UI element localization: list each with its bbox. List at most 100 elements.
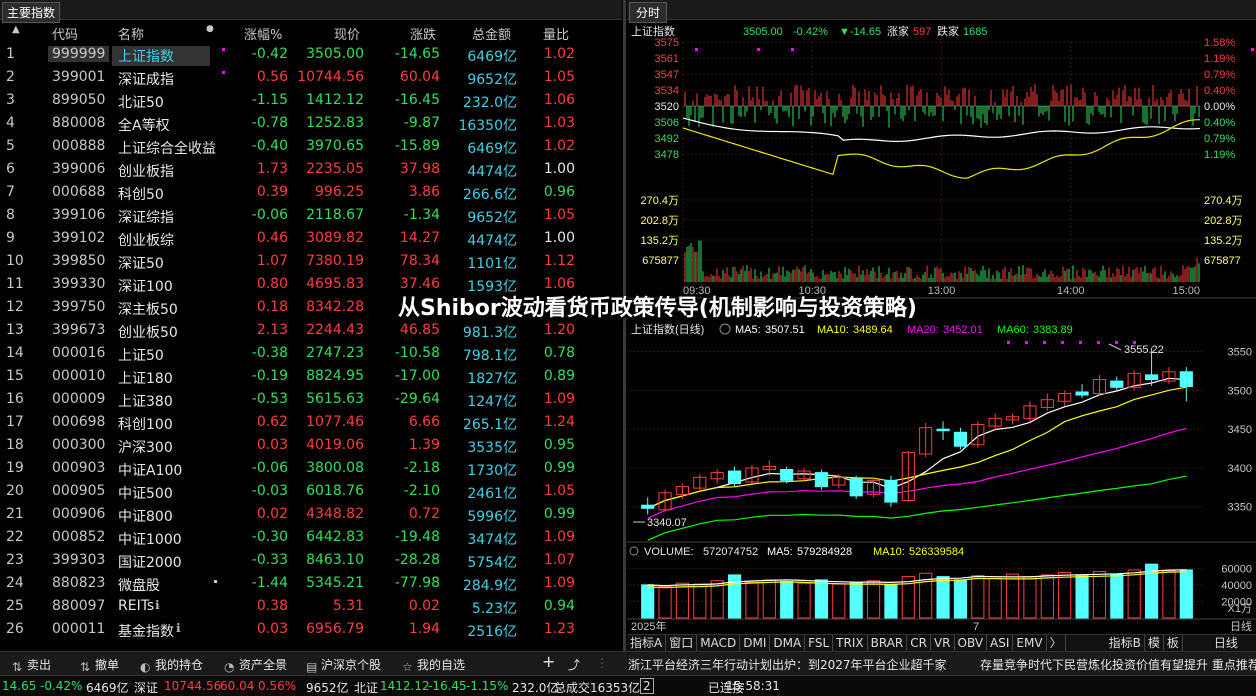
vol-ma5-label: MA5: [767, 546, 793, 558]
asset-overview-button[interactable]: ◔ 资产全景 [224, 656, 287, 674]
table-row[interactable]: 23 399303 国证2000 -0.33 8463.10 -28.28 5754亿 1.0… [0, 549, 622, 572]
col-code[interactable]: 代码 [52, 24, 78, 43]
row-index: 9 [6, 230, 15, 246]
indicator-tab[interactable]: EMV [1013, 635, 1047, 651]
my-watchlist-label: 我的自选 [417, 658, 466, 672]
volume-ratio: 1.24 [543, 414, 575, 430]
volume-bar [1179, 569, 1193, 619]
table-row[interactable]: 1 999999 上证指数 -0.42 3505.00 -14.65 6469亿 1.02 [0, 43, 622, 66]
table-row[interactable]: 9 399102 创业板综 0.46 3089.82 14.27 4474亿 1.00 [0, 227, 622, 250]
indicator-tab[interactable]: 板 [1164, 635, 1183, 651]
my-holdings-button[interactable]: ◐ 我的持仓 [140, 656, 204, 674]
indicator-tab[interactable]: BRAR [868, 635, 908, 651]
col-dot-icon: ● [206, 24, 214, 34]
row-index: 7 [6, 184, 15, 200]
col-ratio[interactable]: 量比 [543, 24, 569, 43]
my-holdings-label: 我的持仓 [155, 658, 204, 672]
table-row[interactable]: 15 000010 上证180 -0.19 8824.95 -17.00 1827亿 0.89 [0, 365, 622, 388]
expand-icon[interactable]: ⤴ [568, 656, 580, 673]
indicator-tab[interactable]: 窗口 [666, 635, 698, 651]
news-ticker-1[interactable]: 浙江平台经济三年行动计划出炉：到2027年平台企业超千家 [628, 656, 948, 673]
indicator-tab[interactable]: DMA [770, 635, 806, 651]
change-amount: 3.86 [408, 184, 440, 200]
sell-label: 卖出 [27, 658, 52, 672]
volume-ratio: 1.05 [543, 207, 575, 223]
indicator-tab[interactable]: TRIX [833, 635, 868, 651]
table-row[interactable]: 6 399006 创业板指 1.73 2235.05 37.98 4474亿 1.00 [0, 158, 622, 181]
table-row[interactable]: 8 399106 深证综指 -0.06 2118.67 -1.34 9652亿 1.05 [0, 204, 622, 227]
a-share-stocks-button[interactable]: ▤ 沪深京个股 [306, 656, 381, 674]
table-row[interactable]: 10 399850 深证50 1.07 7380.19 78.34 1101亿 1.12 [0, 250, 622, 273]
change-amount: 1.94 [408, 621, 440, 637]
panel-splitter[interactable] [623, 0, 626, 651]
indicator-tab[interactable]: 日线 [1211, 635, 1241, 651]
table-row[interactable]: 5 000888 上证综合全收益 -0.40 3970.65 -15.89 6469亿 1.0… [0, 135, 622, 158]
table-row[interactable]: 24 880823 微盘股 -1.44 5345.21 -77.98 284.9亿 1.09 [0, 572, 622, 595]
ticker-item: 1412.12 [380, 679, 430, 693]
volume-tick: 135.2万 [640, 235, 679, 247]
kline-price-tick: 3550 [1228, 347, 1252, 359]
total-amount: 5754亿 [467, 555, 517, 571]
table-row[interactable]: 20 000905 中证500 -0.03 6018.76 -2.10 2461亿 1.05 [0, 480, 622, 503]
info-icon[interactable]: ℹ [176, 621, 181, 635]
table-row[interactable]: 4 880008 全A等权 -0.78 1252.83 -9.87 16350亿 1.03 [0, 112, 622, 135]
kline-price-tick: 3350 [1228, 502, 1252, 514]
table-row[interactable]: 7 000688 科创50 0.39 996.25 3.86 266.6亿 0.96 [0, 181, 622, 204]
sell-button[interactable]: ⇅ 卖出 [12, 656, 52, 674]
col-change[interactable]: 涨跌 [410, 24, 436, 43]
volume-bar [1110, 573, 1124, 619]
table-row[interactable]: 16 000009 上证380 -0.53 5615.63 -29.64 1247亿 1.09 [0, 388, 622, 411]
table-row[interactable]: 2 399001 深证成指 0.56 10744.56 60.04 9652亿 1.05 [0, 66, 622, 89]
indicator-tab[interactable]: ASI [987, 635, 1014, 651]
my-watchlist-button[interactable]: ☆ 我的自选 [402, 656, 466, 674]
ticker-item: 60.04 [220, 679, 255, 693]
sort-icon[interactable]: ▲ [12, 24, 20, 35]
indicator-tab[interactable]: CR [907, 635, 931, 651]
indicator-tab[interactable]: 指标B [1106, 635, 1145, 651]
pct-tick: 0.40% [1204, 85, 1235, 97]
col-amount[interactable]: 总金额 [472, 24, 511, 43]
price-tick: 3506 [655, 117, 679, 129]
indicator-tab[interactable]: OBV [955, 635, 988, 651]
volume-tick: 270.4万 [1204, 195, 1243, 207]
indicator-tab[interactable]: FSL [805, 635, 834, 651]
total-amount: 4474亿 [467, 233, 517, 249]
indicator-tab[interactable]: 指标A [627, 635, 667, 651]
table-row[interactable]: 18 000300 沪深300 0.03 4019.06 1.39 3535亿 0.95 [0, 434, 622, 457]
kline-price-tick: 3500 [1228, 385, 1252, 397]
col-price[interactable]: 现价 [334, 24, 360, 43]
candle-body [1075, 391, 1089, 396]
volume-bar [675, 582, 690, 619]
table-row[interactable]: 17 000698 科创100 0.62 1077.46 6.66 265.1亿 1.24 [0, 411, 622, 434]
table-row[interactable]: 19 000903 中证A100 -0.06 3800.08 -2.18 1730亿 0.99 [0, 457, 622, 480]
indicator-tab[interactable]: DMI [740, 635, 771, 651]
indicator-tab[interactable]: VR [931, 635, 955, 651]
table-row[interactable]: 14 000016 上证50 -0.38 2747.23 -10.58 798.1亿 0.78 [0, 342, 622, 365]
intraday-pct: -0.42% [793, 26, 828, 38]
volume-tick: 270.4万 [640, 195, 679, 207]
table-row[interactable]: 26 000011 基金指数 0.03 6956.79 1.94 2516亿 1.23 ℹ [0, 618, 622, 641]
add-icon[interactable]: + [542, 652, 555, 671]
info-icon[interactable]: ℹ [155, 598, 160, 612]
indicator-tab[interactable]: 〉 [1047, 635, 1066, 651]
table-row[interactable]: 21 000906 中证800 0.02 4348.82 0.72 5996亿 0.99 [0, 503, 622, 526]
row-index: 20 [6, 483, 24, 499]
table-row[interactable]: 13 399673 创业板50 2.13 2244.43 46.85 981.3亿 1.20 [0, 319, 622, 342]
col-name[interactable]: 名称 [118, 24, 144, 43]
row-index: 2 [6, 69, 15, 85]
volume-ratio: 1.05 [543, 69, 575, 85]
indicator-tab[interactable]: MACD [697, 635, 741, 651]
indicator-tab[interactable]: 模 [1145, 635, 1164, 651]
table-row[interactable]: 3 899050 北证50 -1.15 1412.12 -16.45 232.0亿 1.06 [0, 89, 622, 112]
cancel-order-button[interactable]: ⇅ 撤单 [80, 656, 119, 674]
total-amount: 9652亿 [467, 72, 517, 88]
row-index: 10 [6, 253, 24, 269]
change-amount: 37.98 [399, 161, 440, 177]
index-name: 微盘股 [118, 578, 160, 594]
row-index: 6 [6, 161, 15, 177]
col-pct[interactable]: 涨幅% [244, 24, 282, 43]
news-ticker-2[interactable]: 存量竞争时代下民营炼化投资价值有望提升 重点推荐 [980, 656, 1256, 673]
table-row[interactable]: 25 880097 REITs 0.38 5.31 0.02 5.23亿 0.94 ℹ [0, 595, 622, 618]
tab-main-indices[interactable]: 主要指数 [2, 2, 61, 23]
table-row[interactable]: 22 000852 中证1000 -0.30 6442.83 -19.48 3474亿 1.0… [0, 526, 622, 549]
